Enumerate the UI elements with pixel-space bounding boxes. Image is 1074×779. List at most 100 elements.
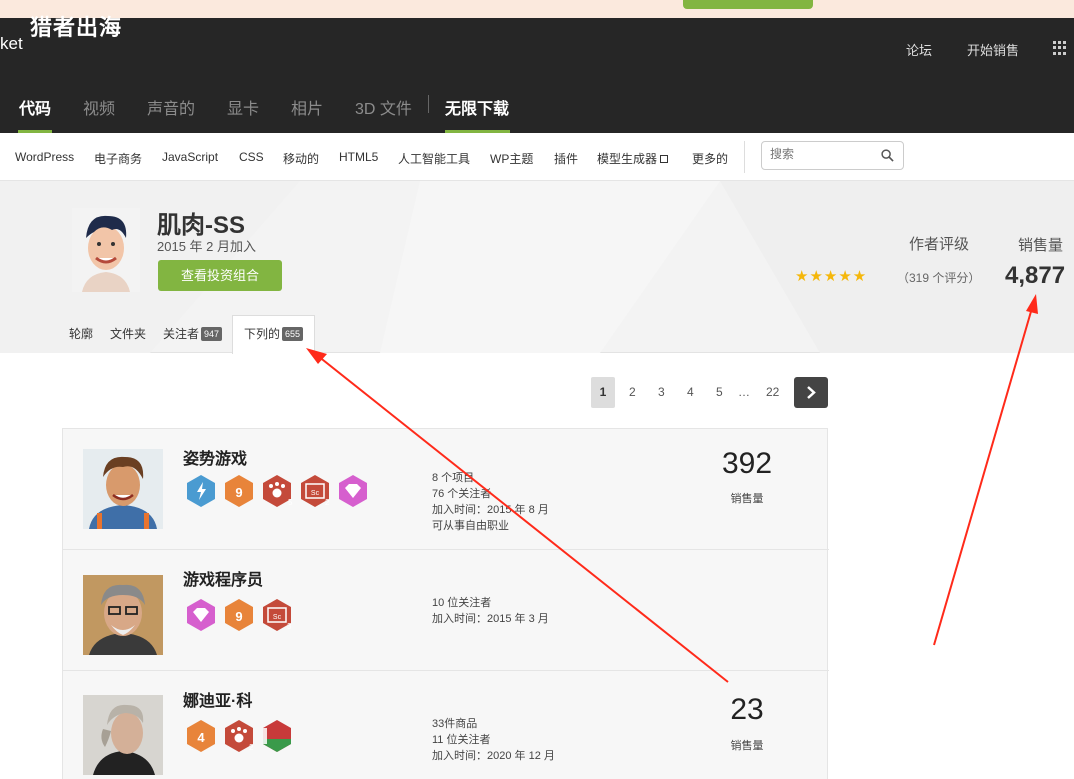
tab-folders[interactable]: 文件夹 <box>110 325 146 342</box>
badge-label: 9 <box>235 609 242 624</box>
external-link-icon <box>660 155 669 163</box>
next-page-button[interactable] <box>794 377 828 408</box>
subnav-ecommerce[interactable]: 电子商务 <box>94 150 142 167</box>
list-item: 姿势游戏 9 5 Sc 2 8 个项目 76 个关注者 加入时间：2015 年 … <box>63 429 829 550</box>
logo[interactable]: 猎者出海 <box>30 10 122 42</box>
author-name: 肌肉-SS <box>157 212 246 239</box>
author-name[interactable]: 姿势游戏 <box>183 445 247 469</box>
tab-profile[interactable]: 轮廓 <box>69 325 93 342</box>
following-list: 姿势游戏 9 5 Sc 2 8 个项目 76 个关注者 加入时间：2015 年 … <box>62 428 829 779</box>
author-badges: 4 2 <box>187 720 291 752</box>
subnav-model-generator-label: 模型生成器 <box>597 152 658 166</box>
page-1-button[interactable]: 1 <box>591 377 615 408</box>
author-sales-value: 23 <box>730 693 764 726</box>
author-rating-label: 作者评级 <box>909 236 970 253</box>
badge-label: 9 <box>235 485 242 500</box>
search-input[interactable] <box>770 147 880 161</box>
page-22-button[interactable]: 22 <box>766 385 779 399</box>
followers-count-badge: 947 <box>201 327 223 341</box>
sales-label: 销售量 <box>1018 237 1064 254</box>
page-3-button[interactable]: 3 <box>658 385 665 399</box>
badge-label: 3 <box>287 622 292 631</box>
following-count-badge: 655 <box>282 327 304 341</box>
followers-count: 11 位关注者 <box>432 734 491 746</box>
author-sales-label: 销售量 <box>730 493 764 505</box>
annotation-arrow-line <box>933 307 1033 646</box>
subnav-mobile[interactable]: 移动的 <box>283 150 319 167</box>
author-name[interactable]: 游戏程序员 <box>183 566 263 590</box>
badge-label: 2 <box>249 743 254 752</box>
author-badges: 9 5 Sc 2 <box>187 475 367 507</box>
subnav-javascript[interactable]: JavaScript <box>162 150 218 164</box>
author-stats: 33件商品 11 位关注者 加入时间：2020 年 12 月 <box>432 716 555 764</box>
category-unlimited-downloads[interactable]: 无限下载 <box>445 95 509 119</box>
subnav-html5[interactable]: HTML5 <box>339 150 378 164</box>
author-sales-label: 销售量 <box>730 740 764 752</box>
page-4-button[interactable]: 4 <box>687 385 694 399</box>
author-stats: 10 位关注者 加入时间：2015 年 3 月 <box>432 595 549 627</box>
items-count: 8 个项目 <box>432 472 475 484</box>
subnav-model-generator[interactable]: 模型生成器 <box>597 150 669 167</box>
chevron-right-icon <box>807 386 816 399</box>
author-profile-header: 肌肉-SS 2015 年 2 月加入 查看投资组合 作者评级 ★★★★★ （31… <box>0 181 1074 354</box>
subnav-divider <box>744 141 745 173</box>
author-avatar[interactable] <box>83 449 163 529</box>
author-stats: 8 个项目 76 个关注者 加入时间：2015 年 8 月 可从事自由职业 <box>432 470 549 534</box>
subcategory-nav: WordPress 电子商务 JavaScript CSS 移动的 HTML5 … <box>0 133 1074 181</box>
announcement-button[interactable] <box>683 0 813 9</box>
joined-date: 加入时间：2015 年 3 月 <box>432 613 549 625</box>
badge-label: 2 <box>325 498 330 507</box>
category-video[interactable]: 视频 <box>83 95 115 119</box>
start-selling-link[interactable]: 开始销售 <box>967 40 1019 59</box>
tab-followers[interactable]: 关注者 947 <box>163 325 223 342</box>
author-avatar[interactable] <box>83 575 163 655</box>
subnav-more[interactable]: 更多的 <box>692 150 728 167</box>
subnav-plugins[interactable]: 插件 <box>554 150 578 167</box>
joined-date: 加入时间：2015 年 8 月 <box>432 504 549 516</box>
freelance-status: 可从事自由职业 <box>432 520 509 532</box>
author-joined-date: 2015 年 2 月加入 <box>157 239 256 254</box>
tab-following-label: 下列的 <box>244 327 281 341</box>
subnav-wp-themes[interactable]: WP主题 <box>490 150 533 167</box>
category-photos[interactable]: 相片 <box>291 95 323 119</box>
followers-count: 10 位关注者 <box>432 597 492 609</box>
logo-suffix[interactable]: ket <box>0 34 23 54</box>
category-audio[interactable]: 声音的 <box>147 95 195 119</box>
page-5-button[interactable]: 5 <box>716 385 723 399</box>
sales-value: 4,877 <box>1005 262 1066 289</box>
category-divider <box>428 95 429 113</box>
forum-link[interactable]: 论坛 <box>906 40 932 59</box>
items-count: 33件商品 <box>432 718 478 730</box>
site-header: 猎者出海 ket 论坛 开始销售 代码 视频 声音的 显卡 相片 3D 文件 无… <box>0 15 1074 133</box>
author-badges: 9 Sc 3 <box>187 599 292 631</box>
tab-following[interactable]: 下列的 655 <box>244 325 304 342</box>
list-item: 娜迪亚·科 4 2 33件商品 11 位关注者 加入时间：2020 年 12 月… <box>63 671 829 779</box>
tab-followers-label: 关注者 <box>163 327 200 341</box>
category-code[interactable]: 代码 <box>19 95 51 119</box>
followers-count: 76 个关注者 <box>432 488 492 500</box>
badge-label: Sc <box>273 614 282 621</box>
subnav-wordpress[interactable]: WordPress <box>15 150 74 164</box>
page-2-button[interactable]: 2 <box>629 385 636 399</box>
badge-label: 4 <box>197 730 205 745</box>
subnav-ai-tools[interactable]: 人工智能工具 <box>398 150 470 167</box>
subnav-css[interactable]: CSS <box>239 150 264 164</box>
category-graphics[interactable]: 显卡 <box>227 95 259 119</box>
rating-stars-icon: ★★★★★ <box>795 268 868 285</box>
apps-grid-icon[interactable] <box>1053 41 1067 55</box>
view-portfolio-button[interactable]: 查看投资组合 <box>158 260 282 291</box>
badge-label: 5 <box>288 498 293 507</box>
search-icon[interactable] <box>881 149 894 162</box>
list-item: 游戏程序员 9 Sc 3 10 位关注者 加入时间：2015 年 3 月 <box>63 550 829 671</box>
search-box[interactable] <box>761 141 904 170</box>
announcement-strip <box>0 0 1074 18</box>
joined-date: 加入时间：2020 年 12 月 <box>432 750 555 762</box>
author-name[interactable]: 娜迪亚·科 <box>183 687 252 711</box>
pagination-ellipsis: … <box>738 385 750 399</box>
rating-count[interactable]: （319 个评分） <box>897 269 980 286</box>
badge-label: Sc <box>311 490 320 497</box>
author-sales-value: 392 <box>721 447 773 480</box>
author-avatar[interactable] <box>83 695 163 775</box>
author-avatar[interactable] <box>72 208 140 292</box>
category-3d-files[interactable]: 3D 文件 <box>355 95 412 119</box>
